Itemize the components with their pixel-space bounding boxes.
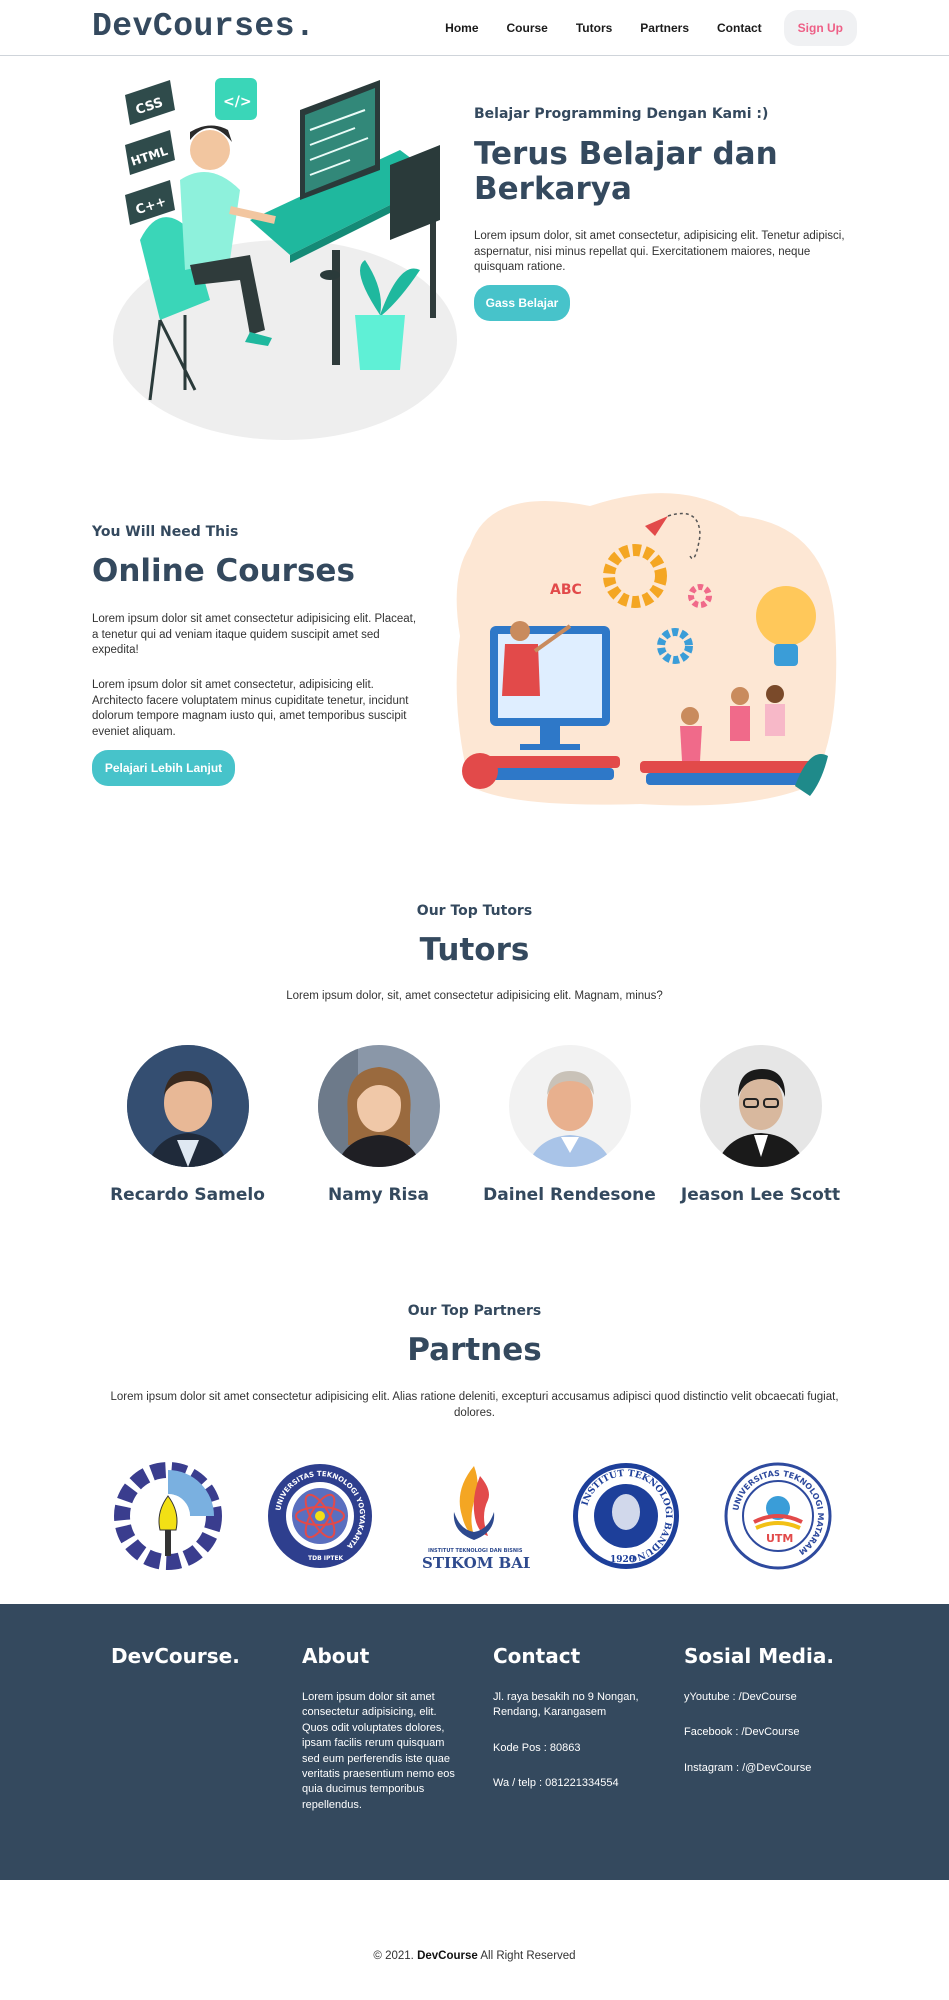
online-courses-paragraph-2: Lorem ipsum dolor sit amet consectetur, … [92,679,409,738]
navbar: DevCourses. Home Course Tutors Partners … [0,0,949,56]
footer-contact-title: Contact [493,1644,581,1668]
nav-link-contact[interactable]: Contact [717,21,762,35]
partners-title: Partnes [407,1332,542,1368]
footer-youtube-link[interactable]: yYoutube : /DevCourse [684,1690,854,1705]
footer-address: Jl. raya besakih no 9 Nongan, Rendang, K… [493,1691,639,1719]
utm-logo: UNIVERSITAS TEKNOLOGI MATARAM UTM [724,1462,832,1570]
svg-text:1920: 1920 [610,1555,635,1565]
footer-brand: DevCourse. [111,1644,240,1668]
hero-description: Lorem ipsum dolor, sit amet consectetur,… [474,230,845,274]
footer-facebook-link[interactable]: Facebook : /DevCourse [684,1725,854,1740]
footer-phone: Wa / telp : 081221334554 [493,1777,619,1790]
tutor-name: Dainel Rendesone [483,1185,656,1205]
stikom-bali-logo: INSTITUT TEKNOLOGI DAN BISNIS STIKOM BAL… [422,1466,530,1572]
code-badge: </> [215,78,257,120]
tutor-card: Namy Risa [283,1045,474,1205]
tutor-avatar [317,1045,440,1167]
nav-link-home[interactable]: Home [445,21,478,35]
tutor-avatar [508,1045,631,1167]
hero-illustration: CSS HTML C++ </> [113,78,457,440]
svg-text:</>: </> [223,94,252,110]
nav-link-partners[interactable]: Partners [640,21,689,35]
tutor-avatar [126,1045,249,1167]
hero-subtitle: Belajar Programming Dengan Kami :) [474,106,769,122]
tutor-card: Recardo Samelo [92,1045,283,1205]
partners-description: Lorem ipsum dolor sit amet consectetur a… [110,1391,839,1419]
its-logo [114,1462,222,1570]
footer-instagram-link[interactable]: Instagram : /@DevCourse [684,1761,854,1776]
copyright-suffix: All Right Reserved [480,1950,576,1962]
footer-postal-code: Kode Pos : 80863 [493,1741,581,1754]
online-courses-paragraph-1: Lorem ipsum dolor sit amet consectetur a… [92,613,417,657]
tutor-name: Jeason Lee Scott [680,1185,841,1205]
svg-text:ABC: ABC [550,582,582,598]
brand-logo[interactable]: DevCourses. [92,8,315,45]
uty-logo: UNIVERSITAS TEKNOLOGI YOGYAKARTA TDB IPT… [268,1464,372,1568]
footer-about-column: About Lorem ipsum dolor sit amet consect… [302,1644,462,1813]
copyright: © 2021. DevCourse All Right Reserved [0,1950,949,1962]
nav-link-course[interactable]: Course [507,21,548,35]
svg-text:TDB IPTEK: TDB IPTEK [308,1555,344,1562]
footer-brand-column: DevCourse. [111,1644,271,1668]
svg-text:STIKOM BALI: STIKOM BALI [422,1554,530,1572]
hero-title: Terus Belajar dan Berkarya [474,136,778,207]
svg-text:UTM: UTM [766,1532,793,1545]
copyright-prefix: © 2021. [373,1950,414,1962]
online-courses-subtitle: You Will Need This [92,524,239,540]
copyright-brand: DevCourse [417,1950,478,1962]
tutor-name: Recardo Samelo [110,1185,265,1205]
itb-logo: INSTITUT TEKNOLOGI BANDUNG 1920 [573,1463,679,1569]
footer-social-column: Sosial Media. yYoutube : /DevCourse Face… [684,1644,854,1776]
online-courses-illustration: ABC [456,493,837,806]
tutor-card: Dainel Rendesone [474,1045,665,1205]
partners-subtitle: Our Top Partners [407,1303,542,1319]
tutors-description: Lorem ipsum dolor, sit, amet consectetur… [286,990,663,1002]
pelajari-lebih-lanjut-button[interactable]: Pelajari Lebih Lanjut [92,750,235,786]
nav-links: Home Course Tutors Partners Contact Sign… [417,10,857,46]
tutors-subtitle: Our Top Tutors [416,903,533,919]
tutors-title: Tutors [419,932,530,968]
tutor-name: Namy Risa [328,1185,429,1205]
footer-contact-column: Contact Jl. raya besakih no 9 Nongan, Re… [493,1644,663,1792]
gass-belajar-button[interactable]: Gass Belajar [474,285,570,321]
tutor-card: Jeason Lee Scott [665,1045,856,1205]
footer-about-title: About [302,1644,370,1668]
nav-link-tutors[interactable]: Tutors [576,21,612,35]
html-badge: HTML [125,130,175,175]
tutor-avatar [699,1045,822,1167]
online-courses-title: Online Courses [92,553,355,589]
signup-button[interactable]: Sign Up [783,10,857,46]
footer: DevCourse. About Lorem ipsum dolor sit a… [0,1604,949,1880]
footer-social-title: Sosial Media. [684,1644,834,1668]
footer-about-text: Lorem ipsum dolor sit amet consectetur a… [302,1691,455,1811]
css-badge: CSS [125,80,175,125]
